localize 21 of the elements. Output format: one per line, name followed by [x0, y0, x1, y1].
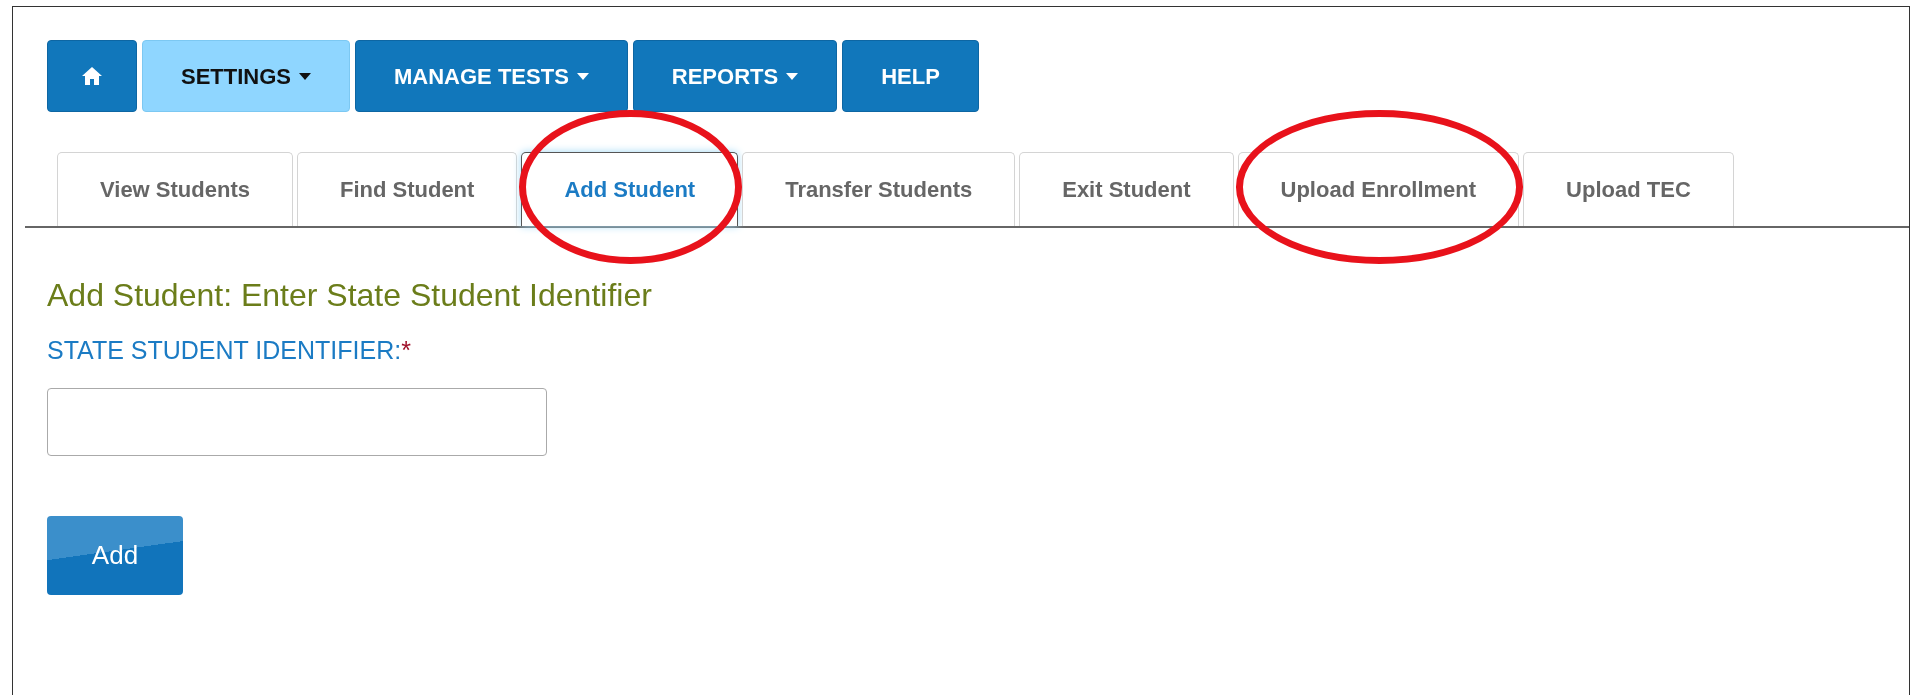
tab[interactable]: Add Student	[521, 152, 739, 226]
tab[interactable]: Upload TEC	[1523, 152, 1734, 226]
tab[interactable]: Transfer Students	[742, 152, 1016, 226]
field-label-text: STATE STUDENT IDENTIFIER:	[47, 336, 402, 365]
menu-dropdown-button[interactable]: MANAGE TESTS	[355, 40, 628, 112]
add-button[interactable]: Add	[47, 515, 183, 595]
tab[interactable]: Find Student	[296, 152, 518, 226]
identifier-input-field[interactable]	[47, 387, 547, 456]
menu-dropdown-button[interactable]: SETTINGS	[142, 40, 350, 112]
home-button[interactable]	[47, 40, 137, 112]
caret-icon	[576, 72, 589, 80]
caret-icon	[786, 72, 799, 80]
menu-button[interactable]: HELP	[842, 40, 979, 112]
required-asterisk: *	[401, 336, 411, 365]
menu-dropdown-button[interactable]: REPORTS	[632, 40, 838, 112]
tab[interactable]: View Students	[57, 152, 293, 226]
home-icon	[81, 66, 103, 86]
tab[interactable]: Upload Enrollment	[1237, 152, 1520, 226]
page-heading: Add Student: Enter State Student Identifier	[47, 276, 653, 315]
tab[interactable]: Exit Student	[1019, 152, 1234, 226]
caret-icon	[299, 72, 311, 80]
